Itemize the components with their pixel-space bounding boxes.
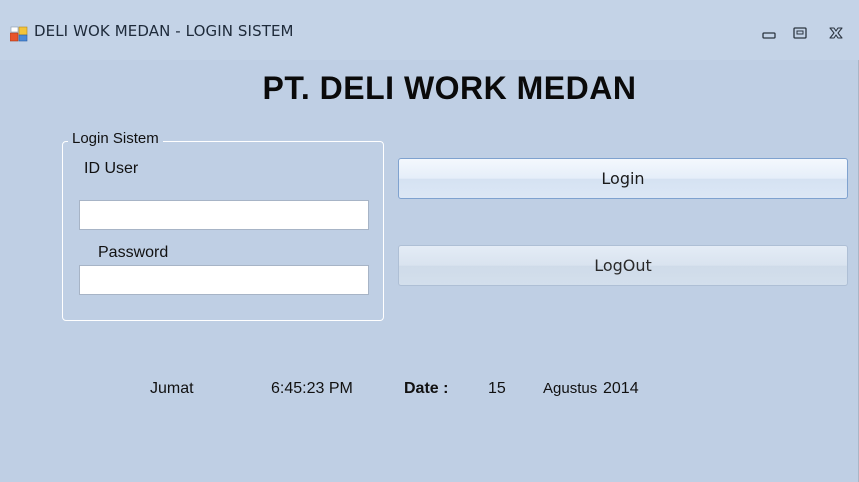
minimize-button[interactable] <box>756 20 782 46</box>
login-window: DELI WOK MEDAN - LOGIN SISTEM PT. DELI W… <box>0 0 859 482</box>
login-button[interactable]: Login <box>398 158 848 199</box>
date-day: 15 <box>488 380 506 397</box>
time-label: 6:45:23 PM <box>271 380 353 397</box>
password-label: Password <box>98 244 169 261</box>
window-title: DELI WOK MEDAN - LOGIN SISTEM <box>34 22 294 40</box>
title-bar[interactable]: DELI WOK MEDAN - LOGIN SISTEM <box>0 0 859 60</box>
maximize-icon <box>793 27 807 39</box>
date-month: Agustus <box>543 380 598 397</box>
day-label: Jumat <box>150 380 194 397</box>
app-icon <box>9 26 28 42</box>
user-id-input[interactable] <box>79 200 369 230</box>
close-icon <box>829 27 843 39</box>
password-input[interactable] <box>79 265 369 295</box>
user-id-label: ID User <box>84 160 139 177</box>
groupbox-legend: Login Sistem <box>68 130 163 147</box>
company-heading: PT. DELI WORK MEDAN <box>262 70 637 106</box>
date-caption: Date : <box>404 380 449 397</box>
maximize-button[interactable] <box>787 20 813 46</box>
minimize-icon <box>762 32 776 39</box>
date-year: 2014 <box>603 380 639 397</box>
logout-button[interactable]: LogOut <box>398 245 848 286</box>
close-button[interactable] <box>823 20 849 46</box>
